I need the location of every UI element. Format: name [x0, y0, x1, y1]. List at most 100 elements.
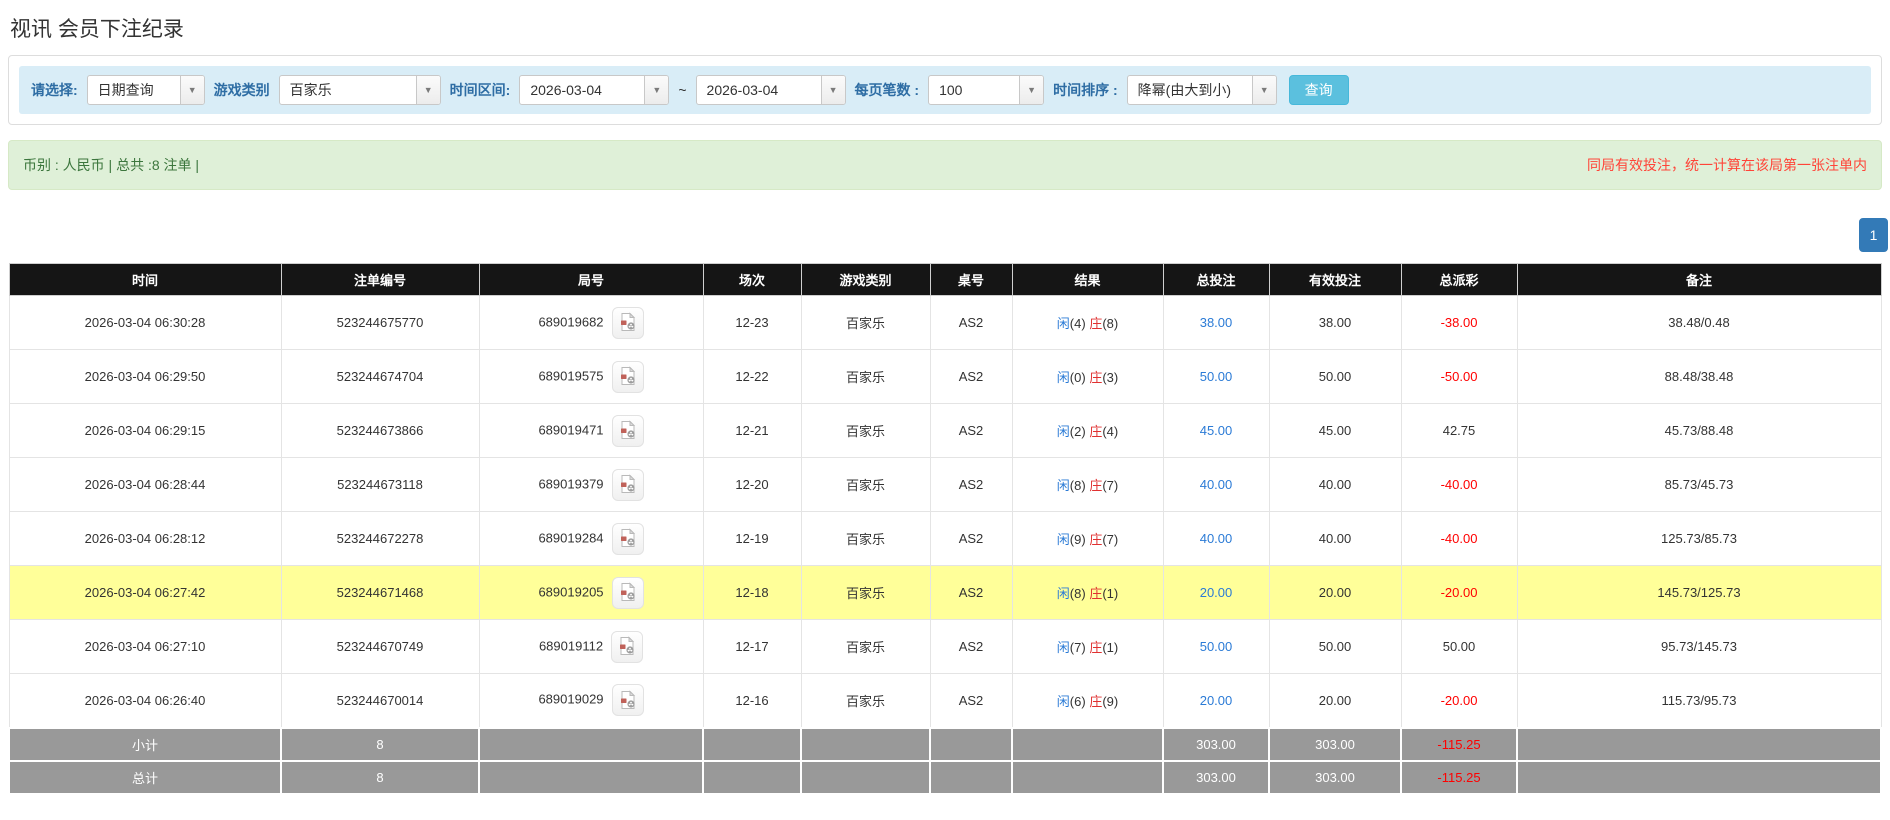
- table-total-row: 总计 8 303.00 303.00 -115.25: [8, 759, 1882, 795]
- video-replay-button[interactable]: [611, 630, 644, 663]
- valid-bet-sum: 303.00: [1268, 759, 1402, 795]
- per-page-combobox[interactable]: 100 ▼: [928, 75, 1045, 105]
- sort-order-label: 时间排序 :: [1053, 82, 1118, 98]
- video-replay-button[interactable]: [611, 684, 644, 717]
- cell-total-bet: 40.00: [1162, 457, 1270, 512]
- total-bet-link[interactable]: 40.00: [1200, 531, 1233, 546]
- date-to-value[interactable]: 2026-03-04: [697, 76, 821, 104]
- cell-valid-bet: 40.00: [1268, 457, 1402, 512]
- per-page-value[interactable]: 100: [929, 76, 1019, 104]
- game-type-value[interactable]: 百家乐: [280, 76, 416, 104]
- table-row: 2026-03-04 06:28:12 523244672278 689019284…: [8, 511, 1882, 566]
- cell-table-no: AS2: [929, 673, 1013, 728]
- total-bet-sum: 303.00: [1162, 759, 1270, 795]
- total-label: 总计: [8, 759, 282, 795]
- cell-remark: 125.73/85.73: [1516, 511, 1882, 566]
- date-to-picker[interactable]: 2026-03-04 ▼: [695, 75, 846, 105]
- total-bet-link[interactable]: 40.00: [1200, 477, 1233, 492]
- date-from-picker[interactable]: 2026-03-04 ▼: [519, 75, 670, 105]
- video-replay-button[interactable]: [611, 522, 644, 555]
- video-replay-icon: [620, 636, 635, 655]
- total-bet-link[interactable]: 38.00: [1200, 315, 1233, 330]
- header-round-id: 局号: [478, 263, 704, 296]
- sort-order-combobox[interactable]: 降幂(由大到小) ▼: [1126, 75, 1277, 105]
- cell-game-type: 百家乐: [800, 349, 931, 404]
- video-replay-icon: [620, 690, 635, 709]
- cell-game-type: 百家乐: [800, 403, 931, 458]
- cell-valid-bet: 40.00: [1268, 511, 1402, 566]
- cell-time: 2026-03-04 06:30:28: [8, 295, 282, 350]
- result-player-count: (7): [1069, 640, 1086, 655]
- video-replay-icon: [620, 474, 635, 493]
- cell-total-bet: 50.00: [1162, 349, 1270, 404]
- sort-order-value[interactable]: 降幂(由大到小): [1128, 76, 1252, 104]
- cell-valid-bet: 50.00: [1268, 349, 1402, 404]
- chevron-down-icon[interactable]: ▼: [415, 76, 440, 104]
- game-type-combobox[interactable]: 百家乐 ▼: [278, 75, 441, 105]
- cell-session: 12-21: [702, 403, 802, 458]
- result-player-count: (4): [1069, 316, 1086, 331]
- video-replay-button[interactable]: [611, 360, 644, 393]
- cell-game-type: 百家乐: [800, 565, 931, 620]
- cell-bet-id: 523244674704: [280, 349, 480, 404]
- result-player-label: 闲: [1056, 693, 1070, 709]
- cell-bet-id: 523244670749: [280, 619, 480, 674]
- header-bet-id: 注单编号: [280, 263, 480, 296]
- pagination: 1: [8, 218, 1888, 252]
- summary-bar: 币别 : 人民币 | 总共 :8 注单 | 同局有效投注，统一计算在该局第一张注…: [8, 140, 1882, 190]
- result-player-label: 闲: [1056, 478, 1070, 493]
- filter-panel: 请选择: 日期查询 ▼ 游戏类别 百家乐 ▼ 时间区间: 2026-03-04 …: [8, 55, 1882, 125]
- video-replay-button[interactable]: [611, 414, 644, 447]
- total-bet-link[interactable]: 20.00: [1200, 585, 1233, 600]
- total-bet-link[interactable]: 50.00: [1200, 639, 1233, 654]
- result-player-count: (9): [1069, 532, 1086, 547]
- chevron-down-icon[interactable]: ▼: [1251, 76, 1276, 104]
- query-type-combobox[interactable]: 日期查询 ▼: [86, 75, 205, 105]
- cell-time: 2026-03-04 06:29:50: [8, 349, 282, 404]
- result-player-label: 闲: [1056, 316, 1070, 331]
- table-body: 2026-03-04 06:30:28 523244675770 689019682…: [8, 295, 1882, 728]
- result-banker-count: (3): [1102, 370, 1119, 385]
- chevron-down-icon[interactable]: ▼: [1019, 76, 1044, 104]
- chevron-down-icon[interactable]: ▼: [179, 76, 204, 104]
- cell-round-id: 689019471: [478, 403, 704, 458]
- total-bet-link[interactable]: 45.00: [1200, 423, 1233, 438]
- total-bet-link[interactable]: 50.00: [1200, 369, 1233, 384]
- bet-records-table: 时间 注单编号 局号 场次 游戏类别 桌号 结果 总投注 有效投注 总派彩 备注…: [8, 263, 1882, 795]
- result-banker-label: 庄: [1089, 640, 1103, 655]
- video-replay-button[interactable]: [611, 306, 644, 339]
- table-footer: 小计 8 303.00 303.00 -115.25 总计 8 303.00 303.00 -11…: [8, 726, 1882, 795]
- total-bet-link[interactable]: 20.00: [1200, 693, 1233, 708]
- cell-bet-id: 523244675770: [280, 295, 480, 350]
- result-banker-label: 庄: [1089, 532, 1103, 547]
- chevron-down-icon[interactable]: ▼: [820, 76, 845, 104]
- query-type-value[interactable]: 日期查询: [88, 76, 180, 104]
- cell-time: 2026-03-04 06:29:15: [8, 403, 282, 458]
- result-player-count: (8): [1069, 586, 1086, 601]
- total-bet-sum: 303.00: [1162, 726, 1270, 762]
- cell-round-id: 689019682: [478, 295, 704, 350]
- cell-table-no: AS2: [929, 295, 1013, 350]
- cell-remark: 38.48/0.48: [1516, 295, 1882, 350]
- cell-payout: -40.00: [1400, 457, 1518, 512]
- page-1-button[interactable]: 1: [1859, 218, 1888, 252]
- cell-result: 闲(6) 庄(9): [1011, 673, 1164, 728]
- game-type-label: 游戏类别: [213, 82, 270, 98]
- date-from-value[interactable]: 2026-03-04: [520, 76, 644, 104]
- video-replay-button[interactable]: [611, 576, 644, 609]
- result-banker-label: 庄: [1089, 693, 1103, 709]
- result-player-count: (8): [1069, 478, 1086, 493]
- cell-session: 12-20: [702, 457, 802, 512]
- table-header-row: 时间 注单编号 局号 场次 游戏类别 桌号 结果 总投注 有效投注 总派彩 备注: [8, 263, 1882, 296]
- round-id-text: 689019029: [538, 691, 604, 707]
- cell-remark: 95.73/145.73: [1516, 619, 1882, 674]
- video-replay-button[interactable]: [611, 468, 644, 501]
- valid-bet-note-text: 同局有效投注，统一计算在该局第一张注单内: [1587, 157, 1867, 173]
- result-banker-count: (8): [1102, 316, 1119, 331]
- round-id-text: 689019575: [538, 367, 604, 383]
- cell-result: 闲(8) 庄(1): [1011, 565, 1164, 620]
- header-payout: 总派彩: [1400, 263, 1518, 296]
- cell-result: 闲(2) 庄(4): [1011, 403, 1164, 458]
- chevron-down-icon[interactable]: ▼: [644, 76, 669, 104]
- search-button[interactable]: 查询: [1288, 75, 1349, 105]
